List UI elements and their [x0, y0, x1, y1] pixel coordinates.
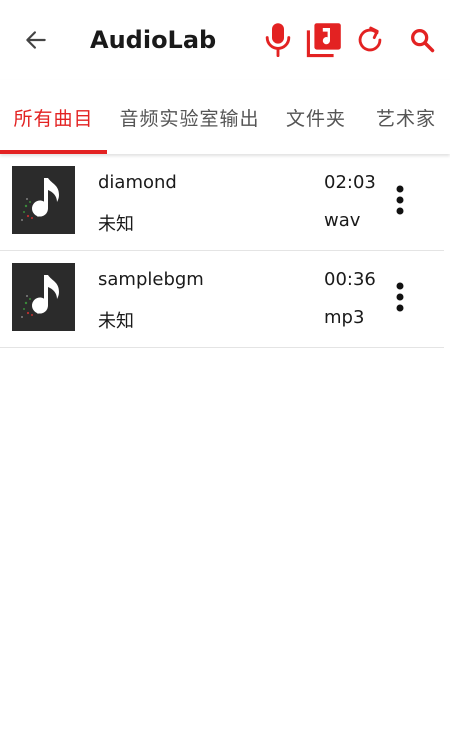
- search-icon: [411, 29, 435, 53]
- music-library-icon: [306, 23, 341, 58]
- music-library-button[interactable]: [304, 20, 344, 60]
- back-button[interactable]: [18, 22, 54, 58]
- album-art: [12, 263, 75, 331]
- album-art: [12, 166, 75, 234]
- list-item[interactable]: samplebgm 未知 00:36 mp3: [0, 251, 444, 348]
- track-title: samplebgm: [98, 269, 204, 290]
- list-item[interactable]: diamond 未知 02:03 wav: [0, 154, 444, 251]
- arrow-left-icon: [26, 31, 46, 49]
- track-duration: 00:36: [324, 269, 376, 290]
- record-button[interactable]: [258, 20, 298, 60]
- track-artist: 未知: [98, 214, 134, 235]
- track-title: diamond: [98, 172, 177, 193]
- tab-folders[interactable]: 文件夹: [278, 80, 354, 154]
- music-note-icon: [21, 178, 59, 221]
- more-vertical-icon: [396, 185, 404, 215]
- search-button[interactable]: [402, 20, 442, 60]
- tab-audiolab-output[interactable]: 音频实验室输出: [112, 80, 267, 154]
- refresh-button[interactable]: [350, 20, 390, 60]
- tab-bar: 所有曲目 音频实验室输出 文件夹 艺术家: [0, 80, 450, 154]
- music-note-icon: [21, 275, 59, 318]
- microphone-icon: [265, 23, 291, 58]
- track-artist: 未知: [98, 311, 134, 332]
- track-more-button[interactable]: [386, 182, 414, 218]
- app-title: AudioLab: [90, 26, 217, 54]
- tab-all-tracks[interactable]: 所有曲目: [0, 80, 107, 154]
- track-format: wav: [324, 210, 361, 231]
- track-duration: 02:03: [324, 172, 376, 193]
- track-more-button[interactable]: [386, 279, 414, 315]
- more-vertical-icon: [396, 282, 404, 312]
- tab-artists[interactable]: 艺术家: [366, 80, 446, 154]
- app-bar: AudioLab: [0, 0, 450, 80]
- track-format: mp3: [324, 307, 365, 328]
- refresh-icon: [358, 26, 382, 52]
